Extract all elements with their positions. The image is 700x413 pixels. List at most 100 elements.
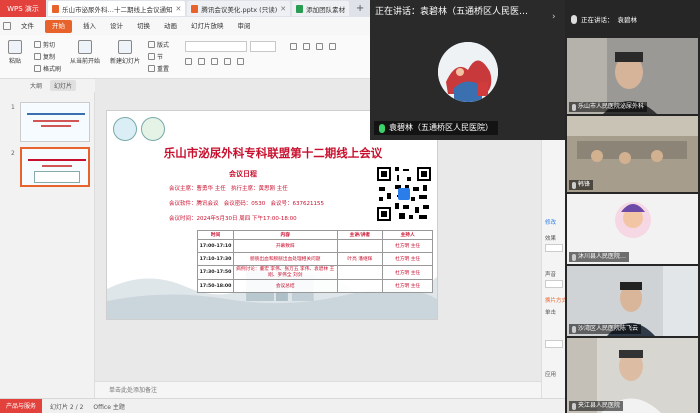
thumb-title-bar <box>27 113 85 115</box>
font-size-select[interactable] <box>250 41 276 52</box>
side-item-apply[interactable]: 应用 <box>545 370 556 378</box>
speaker-avatar <box>438 42 498 102</box>
side-item-advance: 换片方式 <box>545 298 568 304</box>
mic-icon <box>572 325 576 333</box>
font-color-icon[interactable] <box>237 58 244 65</box>
qr-code <box>375 165 433 223</box>
copy-label: 复制 <box>43 54 56 61</box>
doc-tab-label: 添加团队素材 <box>306 5 346 14</box>
software-line: 会议软件：腾讯会议 会议密码：0530 会议号：637621155 <box>169 199 324 207</box>
italic-icon[interactable] <box>198 58 205 65</box>
table-row: 17:00-17:10 开幕致辞 杜方明 主任 <box>197 239 433 253</box>
menu-insert[interactable]: 插入 <box>76 17 103 35</box>
header-time: 时间 <box>197 230 234 240</box>
speaker-name-tag: 袁碧林（五通桥区人民医院） <box>374 121 498 135</box>
menu-slideshow[interactable]: 幻灯片放映 <box>184 17 231 35</box>
sound-select[interactable] <box>545 280 563 288</box>
participant-tile-3[interactable]: 沐川县人民医院… <box>567 194 698 264</box>
side-speaking-header: 正在讲话： 袁碧林 <box>565 14 700 24</box>
participant-name: 韩锋 <box>578 181 591 188</box>
tab-slides[interactable]: 幻灯片 <box>50 79 77 91</box>
close-icon[interactable]: ✕ <box>280 5 286 13</box>
align-center-icon[interactable] <box>329 43 336 50</box>
table-row: 17:30-17:50 病例讨论：董宏 李伟、张万五 李伟、袁碧林 王刚、罗伟全… <box>197 265 433 280</box>
effect-select[interactable] <box>545 244 563 252</box>
menu-file[interactable]: 文件 <box>14 17 41 35</box>
chevron-right-icon[interactable]: › <box>552 12 556 22</box>
cell-content: 开幕致辞 <box>232 239 338 253</box>
wps-logo[interactable]: WPS 演示 <box>0 0 46 17</box>
participant-name: 夹江县人民医院 <box>578 402 621 409</box>
font-name-select[interactable] <box>185 41 247 52</box>
side-item-modify[interactable]: 修改 <box>545 218 556 226</box>
menu-transition[interactable]: 切换 <box>130 17 157 35</box>
section-button[interactable]: 节 <box>148 52 163 61</box>
header-content: 内容 <box>232 230 338 240</box>
cell-content: 膀胱出血和膀胱出血处理相关问题 <box>232 252 338 266</box>
avatar-image <box>438 42 498 102</box>
side-item-sound: 声音 <box>545 272 557 278</box>
reset-button[interactable]: 重置 <box>148 64 169 73</box>
numbered-list-icon[interactable] <box>303 43 310 50</box>
cell-content: 会议总结 <box>232 279 338 293</box>
menu-design[interactable]: 设计 <box>103 17 130 35</box>
paste-button[interactable]: 粘贴 <box>8 40 22 65</box>
cut-button[interactable]: 剪切 <box>34 40 55 49</box>
status-badge[interactable]: 产品与服务 <box>0 398 43 413</box>
slide-counter: 幻灯片 2 / 2 <box>50 403 84 411</box>
thumb-text-line <box>41 125 71 127</box>
menu-animation[interactable]: 动画 <box>157 17 184 35</box>
format-painter-button[interactable]: 格式刷 <box>34 64 61 73</box>
doc-tab-label: 腾讯会议美化.pptx (只读) <box>201 5 278 14</box>
close-icon[interactable]: ✕ <box>176 5 182 13</box>
copy-icon <box>34 53 41 60</box>
new-tab-plus-icon[interactable]: + <box>353 2 367 16</box>
header-speaker: 主讲/讲者 <box>336 230 384 240</box>
slide[interactable]: 乐山市泌尿外科专科联盟第十二期线上会议 会议日程 会议主席：曹勇华 主任 执行主… <box>106 110 438 320</box>
play-from-current-label: 从当前开始 <box>70 58 101 65</box>
thumb-table <box>34 171 80 183</box>
doc-tab-team[interactable]: 添加团队素材 <box>292 1 350 16</box>
strikethrough-icon[interactable] <box>224 58 231 65</box>
menu-home[interactable]: 开始 <box>45 19 72 33</box>
status-bar: 产品与服务 幻灯片 2 / 2 Office 主题 <box>0 398 572 413</box>
doc-tab-beautify[interactable]: 腾讯会议美化.pptx (只读) ✕ <box>187 1 291 16</box>
mic-active-icon <box>379 123 385 133</box>
tab-outline[interactable]: 大纲 <box>26 80 46 91</box>
slide-thumbnail-2[interactable] <box>20 147 90 187</box>
doc-tab-label: 乐山市泌尿外科…十二期线上会议通知 <box>62 5 173 14</box>
side-item-click[interactable]: 单击 <box>545 308 556 316</box>
play-from-current-button[interactable]: 从当前开始 <box>70 40 100 65</box>
bold-icon[interactable] <box>185 58 192 65</box>
align-left-icon[interactable] <box>316 43 323 50</box>
format-painter-label: 格式刷 <box>43 66 62 73</box>
participant-tile-4[interactable]: 沙湾区人民医院陈飞云 <box>567 266 698 336</box>
side-item-effect: 效果 <box>545 236 557 242</box>
participant-tile-1[interactable]: 乐山市人民医院泌尿外科 <box>567 38 698 114</box>
side-speaking-name: 袁碧林 <box>617 16 638 24</box>
agenda-heading: 会议日程 <box>229 170 257 178</box>
cell-time: 17:10-17:30 <box>197 252 234 266</box>
cell-host: 杜方明 主任 <box>382 279 433 293</box>
copy-button[interactable]: 复制 <box>34 52 55 61</box>
participant-label: 韩锋 <box>569 180 594 190</box>
brush-icon <box>34 65 41 72</box>
menu-review[interactable]: 审阅 <box>231 17 258 35</box>
speaking-now-label: 正在讲话：袁碧林（五通桥区人民医… <box>375 7 529 17</box>
software-label: 会议软件：腾讯会议 <box>169 201 219 207</box>
bullet-list-icon[interactable] <box>290 43 297 50</box>
play-icon <box>78 40 92 54</box>
participant-tile-5[interactable]: 夹江县人民医院 <box>567 338 698 413</box>
slide-thumbnail-1[interactable] <box>20 102 90 142</box>
hamburger-icon[interactable] <box>3 22 11 30</box>
underline-icon[interactable] <box>211 58 218 65</box>
notes-area[interactable]: 单击此处添加备注 <box>95 381 572 398</box>
participant-label: 沐川县人民医院… <box>569 252 630 262</box>
new-slide-button[interactable]: 新建幻灯片 <box>110 40 140 65</box>
apply-select[interactable] <box>545 340 563 348</box>
participant-label: 乐山市人民医院泌尿外科 <box>569 102 648 112</box>
layout-button[interactable]: 版式 <box>148 40 169 49</box>
exec-chair-label: 执行主席：黄思刚 主任 <box>231 186 288 192</box>
doc-tab-notice[interactable]: 乐山市泌尿外科…十二期线上会议通知 ✕ <box>48 1 186 16</box>
participant-tile-2[interactable]: 韩锋 <box>567 116 698 192</box>
